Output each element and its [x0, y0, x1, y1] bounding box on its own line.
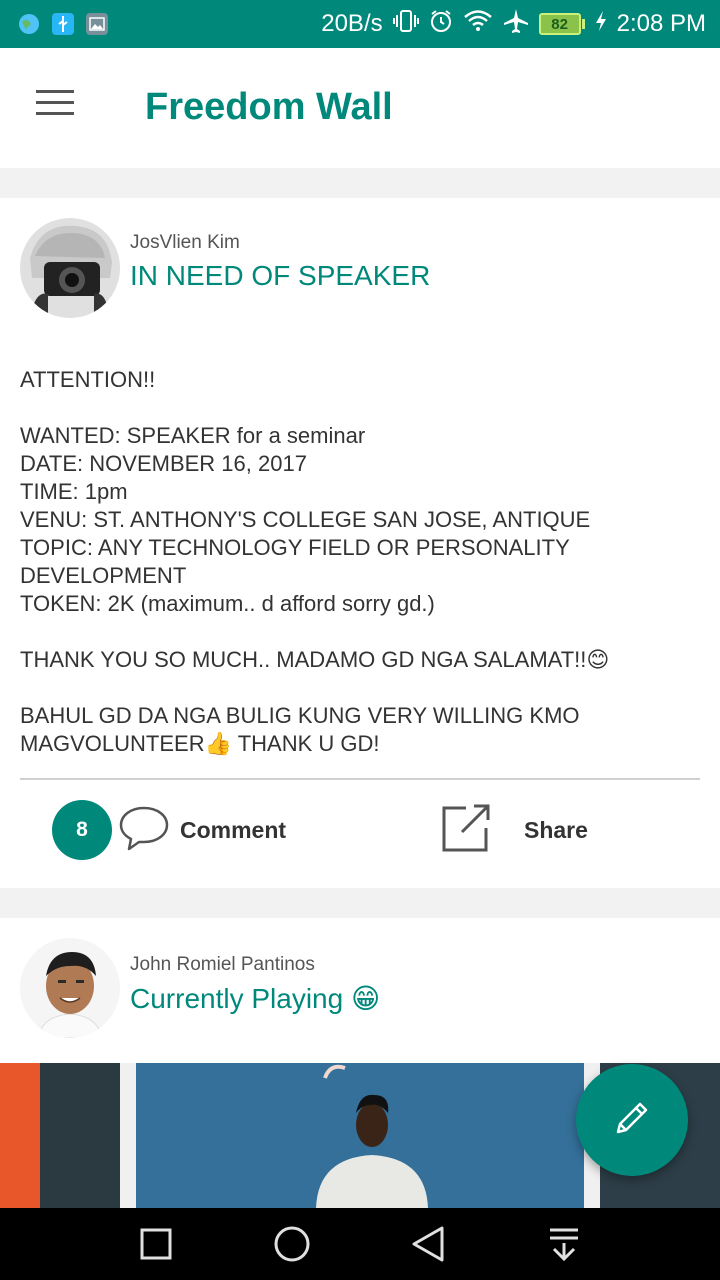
- comment-count-badge[interactable]: 8: [52, 800, 112, 860]
- post-body-line: VENU: ST. ANTHONY'S COLLEGE SAN JOSE, AN…: [20, 507, 591, 532]
- net-speed: 20B/s: [321, 10, 383, 37]
- post-title[interactable]: Currently Playing 😁: [130, 982, 380, 1015]
- usb-icon: [52, 13, 74, 35]
- post-card: JosVlien Kim IN NEED OF SPEAKER ATTENTIO…: [0, 198, 720, 888]
- hamburger-menu-icon[interactable]: [36, 90, 76, 120]
- recents-button[interactable]: [134, 1222, 178, 1266]
- post-body-line: TOPIC: ANY TECHNOLOGY FIELD OR PERSONALI…: [20, 535, 576, 588]
- post-author[interactable]: John Romiel Pantinos: [130, 954, 315, 976]
- status-bar: 20B/s 82 2:08 PM: [0, 0, 720, 48]
- post-body: ATTENTION!! WANTED: SPEAKER for a semina…: [20, 366, 700, 758]
- clock: 2:08 PM: [616, 10, 706, 37]
- notification-pull-button[interactable]: [542, 1222, 586, 1266]
- notification-icons: [18, 13, 108, 35]
- post-body-line: ATTENTION!!: [20, 367, 156, 392]
- post-body-line: BAHUL GD DA NGA BULIG KUNG VERY WILLING …: [20, 703, 586, 756]
- post-body-line: TIME: 1pm: [20, 479, 128, 504]
- alarm-icon: [429, 9, 453, 40]
- share-icon: [440, 802, 492, 859]
- home-button[interactable]: [270, 1222, 314, 1266]
- compose-post-button[interactable]: [576, 1064, 688, 1176]
- share-button[interactable]: Share: [440, 798, 588, 862]
- post-body-line: TOKEN: 2K (maximum.. d afford sorry gd.): [20, 591, 435, 616]
- wifi-icon: [463, 9, 493, 40]
- charging-icon: [595, 10, 607, 39]
- image-icon: [86, 13, 108, 35]
- page-title: Freedom Wall: [145, 86, 393, 128]
- comment-icon: [118, 804, 170, 857]
- post-body-line: [20, 618, 700, 646]
- earth-icon: [18, 13, 40, 35]
- share-label: Share: [524, 816, 588, 843]
- avatar[interactable]: [20, 938, 120, 1038]
- status-indicators: 20B/s 82 2:08 PM: [321, 8, 706, 41]
- post-author[interactable]: JosVlien Kim: [130, 232, 240, 254]
- post-body-line: THANK YOU SO MUCH.. MADAMO GD NGA SALAMA…: [20, 647, 610, 672]
- post-body-line: DATE: NOVEMBER 16, 2017: [20, 451, 307, 476]
- post-body-line: WANTED: SPEAKER for a seminar: [20, 423, 366, 448]
- comment-label: Comment: [180, 816, 287, 843]
- post-body-line: [20, 674, 700, 702]
- airplane-icon: [503, 8, 529, 41]
- avatar[interactable]: [20, 218, 120, 318]
- post-actions: 8 Comment Share: [0, 780, 720, 888]
- post-title[interactable]: IN NEED OF SPEAKER: [130, 260, 430, 292]
- screen: 20B/s 82 2:08 PM Freedom Wall JosVlien K…: [0, 0, 720, 1280]
- post-body-line: [20, 394, 700, 422]
- comment-button[interactable]: Comment: [118, 800, 286, 860]
- vibrate-icon: [392, 9, 419, 40]
- app-bar: Freedom Wall: [0, 48, 720, 168]
- system-nav-bar: [0, 1208, 720, 1280]
- battery-icon: 82: [538, 13, 585, 35]
- back-button[interactable]: [406, 1222, 450, 1266]
- pencil-icon: [612, 1098, 652, 1143]
- battery-level: 82: [538, 13, 581, 35]
